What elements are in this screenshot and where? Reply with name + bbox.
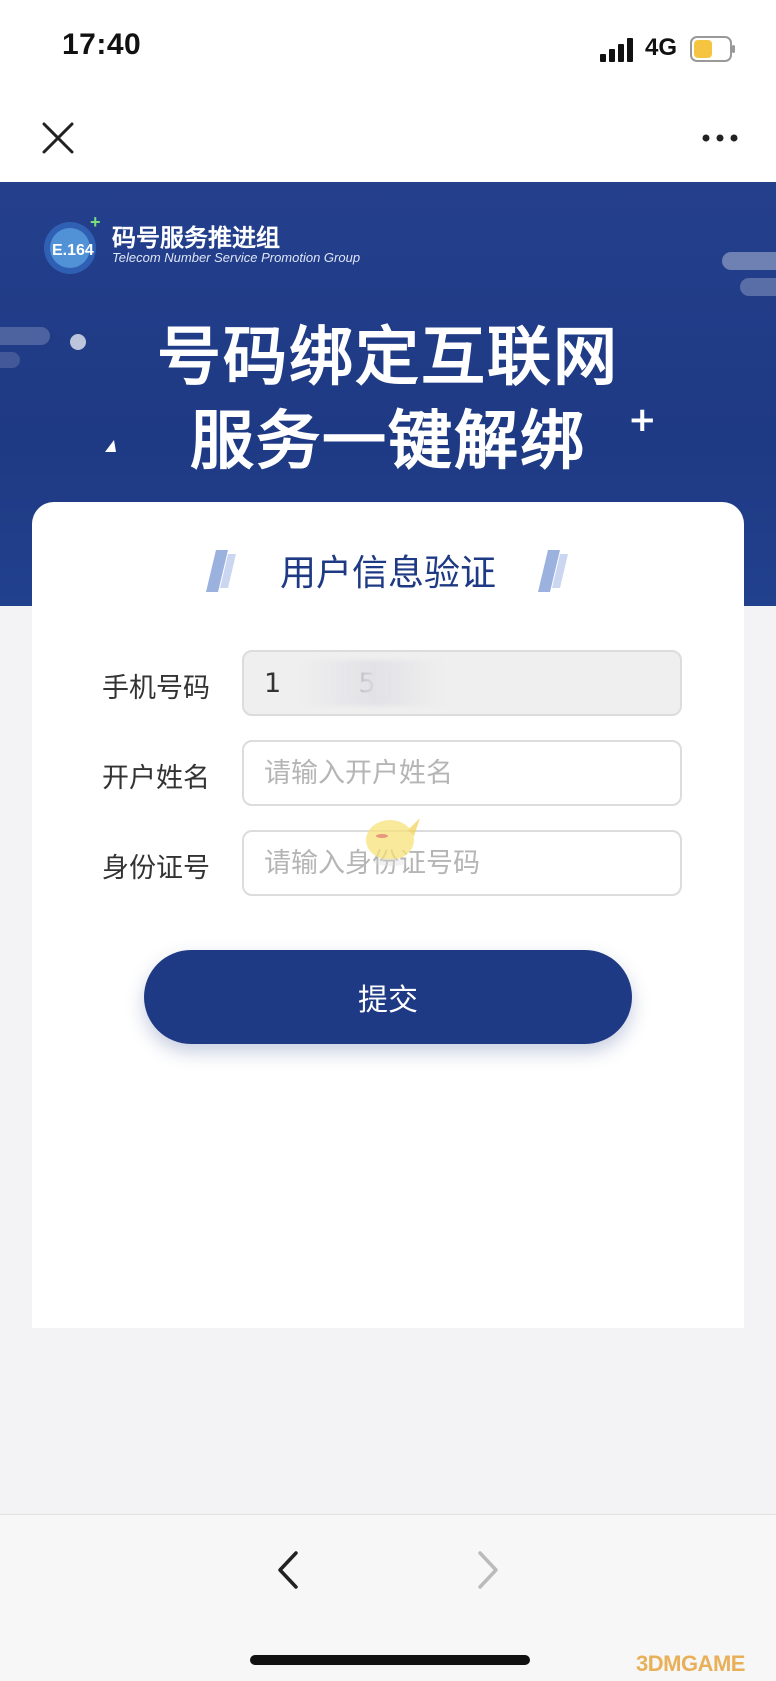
org-name: 码号服务推进组 <box>112 224 280 252</box>
org-logo-icon: E.164 + <box>44 214 101 274</box>
org-name-english: Telecom Number Service Promotion Group <box>112 250 361 265</box>
verification-card: 用户信息验证 手机号码 开户姓名 身份证号 提交 <box>32 502 744 1328</box>
submit-button[interactable]: 提交 <box>144 950 632 1044</box>
phone-label: 手机号码 <box>102 673 210 704</box>
status-time: 17:40 <box>62 28 142 61</box>
close-icon[interactable] <box>38 118 78 158</box>
card-title: 用户信息验证 <box>279 553 496 594</box>
name-field[interactable] <box>242 740 682 806</box>
bottom-toolbar: 3DMGAME <box>0 1514 776 1681</box>
battery-icon <box>690 36 735 62</box>
svg-text:+: + <box>90 214 101 232</box>
back-icon[interactable] <box>270 1545 306 1595</box>
banner-decoration <box>722 252 776 270</box>
headline-line-2: 服务一键解绑 <box>190 405 586 479</box>
banner-decoration <box>740 278 776 296</box>
logo-text: E.164 <box>52 242 94 259</box>
headline-line-1: 号码绑定互联网 <box>157 321 619 395</box>
card-header: 用户信息验证 <box>32 544 744 594</box>
headline-plus: + <box>628 400 657 440</box>
home-indicator <box>250 1655 530 1665</box>
network-label: 4G <box>645 34 678 61</box>
title-decoration-icon <box>206 550 236 592</box>
id-label: 身份证号 <box>102 853 210 884</box>
phone-redaction <box>302 660 442 706</box>
signal-icon <box>600 38 633 62</box>
more-icon[interactable] <box>700 126 740 150</box>
phone-row: 手机号码 <box>32 650 744 720</box>
forward-icon <box>478 1551 498 1589</box>
nav-bar <box>0 96 776 182</box>
title-decoration-icon <box>538 550 568 592</box>
status-bar: 17:40 4G <box>0 0 776 96</box>
id-number-field[interactable] <box>242 830 682 896</box>
mascot-watermark-icon <box>366 818 420 866</box>
site-watermark: 3DMGAME <box>636 1651 745 1676</box>
name-label: 开户姓名 <box>102 763 210 794</box>
